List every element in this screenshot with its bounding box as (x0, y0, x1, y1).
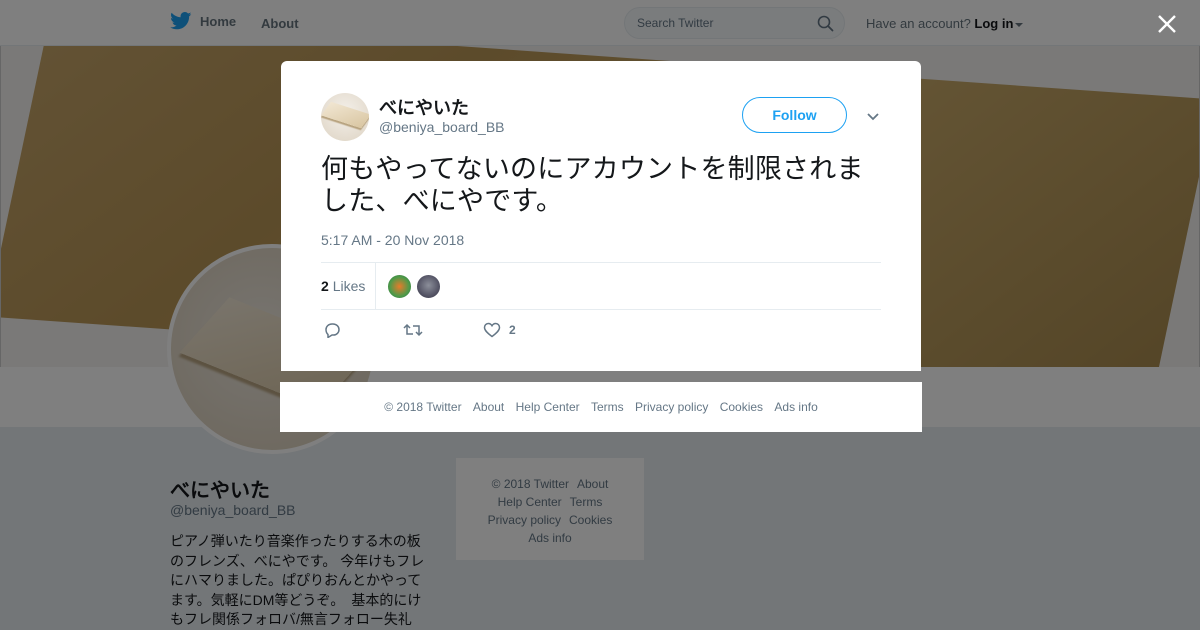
tweet-more-menu[interactable] (866, 109, 880, 127)
close-icon (1158, 15, 1176, 33)
footer-about[interactable]: About (473, 400, 504, 414)
tweet-modal: べにやいた @beniya_board_BB Follow 何もやってないのにア… (281, 61, 921, 371)
reply-button[interactable] (323, 322, 341, 338)
likes-label: Likes (332, 278, 366, 294)
tweet-author-avatar[interactable] (321, 93, 369, 141)
likes-stat[interactable]: 2 Likes (321, 278, 365, 294)
modal-footer: © 2018 Twitter About Help Center Terms P… (280, 382, 922, 432)
chevron-down-icon (867, 113, 879, 121)
tweet-author-name[interactable]: べにやいた (379, 94, 469, 120)
stats-divider (375, 263, 376, 310)
reply-icon (325, 323, 340, 338)
tweet-text: 何もやってないのにアカウントを制限されました、べにやです。 (321, 154, 864, 216)
tweet-actions: 2 (321, 320, 621, 344)
close-button[interactable] (1155, 12, 1179, 36)
tweet-timestamp[interactable]: 5:17 AM - 20 Nov 2018 (321, 232, 464, 248)
heart-icon (483, 322, 501, 338)
footer-ads-info[interactable]: Ads info (774, 400, 817, 414)
like-count: 2 (509, 323, 516, 337)
footer-terms[interactable]: Terms (591, 400, 624, 414)
footer-privacy[interactable]: Privacy policy (635, 400, 708, 414)
liker-avatar[interactable] (416, 274, 441, 299)
tweet-stats: 2 Likes (321, 262, 881, 310)
retweet-icon (403, 323, 423, 337)
tweet-author-handle[interactable]: @beniya_board_BB (379, 119, 505, 135)
like-button[interactable]: 2 (483, 322, 516, 338)
liker-avatar[interactable] (387, 274, 412, 299)
footer-cookies[interactable]: Cookies (720, 400, 763, 414)
footer-copyright: © 2018 Twitter (384, 400, 462, 414)
retweet-button[interactable] (403, 322, 423, 338)
follow-button[interactable]: Follow (742, 97, 847, 133)
likes-count: 2 (321, 278, 329, 294)
footer-help-center[interactable]: Help Center (516, 400, 580, 414)
